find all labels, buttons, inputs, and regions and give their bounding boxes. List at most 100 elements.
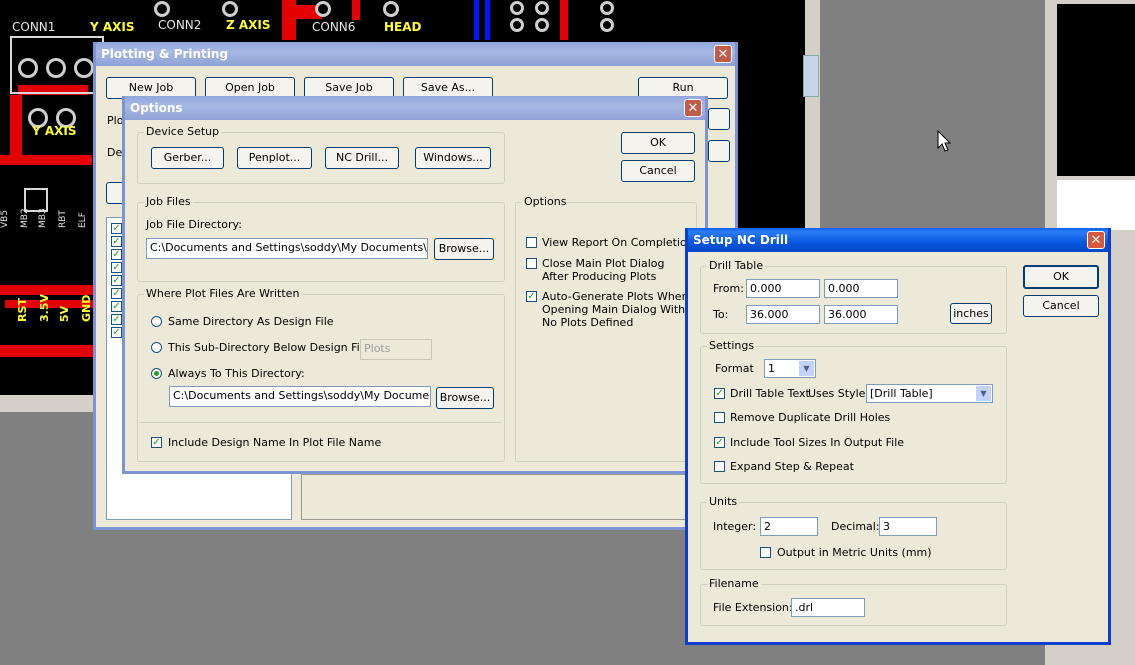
- penplot-button[interactable]: Penplot...: [237, 147, 312, 169]
- job-file-directory-field[interactable]: C:\Documents and Settings\soddy\My Docum…: [146, 238, 428, 259]
- pcb-label: HEAD: [384, 20, 422, 34]
- options-cancel-button[interactable]: Cancel: [621, 160, 695, 182]
- pcb-vertical-label: 5V: [58, 305, 71, 322]
- drill-table-text-label: Drill Table Text: [730, 387, 810, 400]
- format-select[interactable]: 1 ▼: [764, 359, 816, 378]
- plotting-side-button[interactable]: [708, 140, 730, 162]
- from-x-field[interactable]: 0.000: [746, 279, 820, 298]
- pcb-label: CONN1: [12, 20, 56, 34]
- options-group-label: Options: [522, 195, 569, 208]
- plot-checkbox[interactable]: ✓: [111, 236, 122, 247]
- sub-directory-radio[interactable]: [151, 342, 162, 353]
- filename-label: Filename: [707, 577, 761, 590]
- pcb-small-label: RBT: [58, 210, 68, 228]
- nc-drill-titlebar[interactable]: Setup NC Drill: [688, 228, 1108, 252]
- setup-nc-drill-dialog: Setup NC Drill ✕ OK Cancel Drill Table F…: [685, 228, 1111, 645]
- job-files-label: Job Files: [144, 195, 193, 208]
- to-label: To:: [713, 308, 729, 321]
- decimal-field[interactable]: 3: [879, 517, 937, 536]
- always-directory-field[interactable]: C:\Documents and Settings\soddy\My Docum…: [169, 386, 431, 407]
- plot-checkbox[interactable]: ✓: [111, 327, 122, 338]
- from-y-field[interactable]: 0.000: [824, 279, 898, 298]
- close-main-label: After Producing Plots: [542, 270, 657, 283]
- device-setup-group: Device Setup Gerber... Penplot... NC Dri…: [137, 126, 505, 184]
- windows-button[interactable]: Windows...: [415, 147, 491, 169]
- device-setup-label: Device Setup: [144, 125, 222, 138]
- auto-generate-label: No Plots Defined: [542, 316, 634, 329]
- settings-label: Settings: [707, 339, 757, 352]
- right-list: [1057, 180, 1135, 230]
- right-preview: [1057, 4, 1135, 176]
- auto-generate-label: Auto-Generate Plots When: [542, 290, 689, 303]
- always-directory-radio[interactable]: [151, 368, 162, 379]
- drill-table-text-checkbox[interactable]: ✓: [714, 388, 725, 399]
- include-design-name-label: Include Design Name In Plot File Name: [168, 436, 382, 449]
- options-titlebar[interactable]: Options: [125, 96, 705, 120]
- job-files-browse-button[interactable]: Browse...: [434, 238, 494, 260]
- pcb-label: Y AXIS: [90, 20, 135, 34]
- options-group: Options View Report On Completion Close …: [515, 196, 697, 462]
- remove-duplicate-checkbox[interactable]: [714, 412, 725, 423]
- metric-units-label: Output in Metric Units (mm): [777, 546, 932, 559]
- format-label: Format: [715, 362, 754, 375]
- include-design-name-checkbox[interactable]: ✓: [151, 437, 162, 448]
- chevron-down-icon[interactable]: ▼: [976, 386, 991, 401]
- plot-checkbox[interactable]: ✓: [111, 249, 122, 260]
- options-ok-button[interactable]: OK: [621, 132, 695, 154]
- pcb-vertical-label: GND: [80, 294, 93, 322]
- inches-button[interactable]: inches: [950, 303, 992, 324]
- plot-checkbox[interactable]: ✓: [111, 288, 122, 299]
- file-extension-field[interactable]: .drl: [791, 598, 865, 617]
- plot-checkbox[interactable]: ✓: [111, 314, 122, 325]
- view-report-checkbox[interactable]: [526, 237, 537, 248]
- plot-files-browse-button[interactable]: Browse...: [436, 387, 494, 409]
- options-close-button[interactable]: ✕: [684, 99, 702, 117]
- sub-directory-field[interactable]: Plots: [360, 339, 432, 360]
- include-tool-sizes-checkbox[interactable]: ✓: [714, 437, 725, 448]
- plotting-side-button[interactable]: [708, 108, 730, 130]
- integer-field[interactable]: 2: [760, 517, 818, 536]
- drill-table-label: Drill Table: [707, 259, 766, 272]
- plot-files-label: Where Plot Files Are Written: [144, 287, 302, 300]
- plot-checkbox[interactable]: ✓: [111, 262, 122, 273]
- to-x-field[interactable]: 36.000: [746, 305, 820, 324]
- close-main-label: Close Main Plot Dialog: [542, 257, 665, 270]
- nc-drill-cancel-button[interactable]: Cancel: [1023, 295, 1099, 317]
- expand-step-checkbox[interactable]: [714, 461, 725, 472]
- auto-generate-checkbox[interactable]: ✓: [526, 291, 537, 302]
- pcb-vertical-label: 3.5V: [38, 294, 51, 322]
- pcb-label: CONN6: [312, 20, 356, 34]
- uses-style-label: Uses Style:: [808, 387, 870, 400]
- job-file-directory-label: Job File Directory:: [146, 218, 242, 231]
- plot-checkbox[interactable]: ✓: [111, 301, 122, 312]
- pcb-horizontal-scrollbar[interactable]: [0, 395, 96, 412]
- plot-checkbox[interactable]: ✓: [111, 275, 122, 286]
- nc-drill-close-button[interactable]: ✕: [1087, 231, 1105, 249]
- pcb-small-label: VB5: [0, 209, 10, 228]
- metric-units-checkbox[interactable]: [760, 547, 771, 558]
- plotting-close-button[interactable]: ✕: [714, 45, 732, 63]
- drill-table-group: Drill Table From: 0.000 0.000 To: 36.000…: [700, 260, 1007, 334]
- nc-drill-button[interactable]: NC Drill...: [325, 147, 399, 169]
- decimal-label: Decimal:: [831, 520, 880, 533]
- chevron-down-icon[interactable]: ▼: [799, 361, 814, 376]
- to-y-field[interactable]: 36.000: [824, 305, 898, 324]
- pcb-label: Z AXIS: [226, 18, 271, 32]
- always-directory-label: Always To This Directory:: [168, 367, 305, 380]
- gerber-button[interactable]: Gerber...: [151, 147, 224, 169]
- pcb-vertical-scrollbar[interactable]: [805, 0, 820, 230]
- from-label: From:: [713, 282, 744, 295]
- units-label: Units: [707, 495, 740, 508]
- plotting-titlebar[interactable]: Plotting & Printing: [96, 42, 735, 66]
- filename-group: Filename File Extension: .drl: [700, 578, 1007, 626]
- style-select[interactable]: [Drill Table] ▼: [866, 384, 993, 403]
- nc-drill-ok-button[interactable]: OK: [1023, 265, 1099, 289]
- same-directory-radio[interactable]: [151, 316, 162, 327]
- integer-label: Integer:: [713, 520, 757, 533]
- scrollbar-thumb[interactable]: [803, 55, 819, 97]
- close-main-checkbox[interactable]: [526, 258, 537, 269]
- plot-checkbox[interactable]: ✓: [111, 223, 122, 234]
- same-directory-label: Same Directory As Design File: [168, 315, 334, 328]
- view-report-label: View Report On Completion: [542, 236, 694, 249]
- plot-details-panel: [301, 474, 731, 520]
